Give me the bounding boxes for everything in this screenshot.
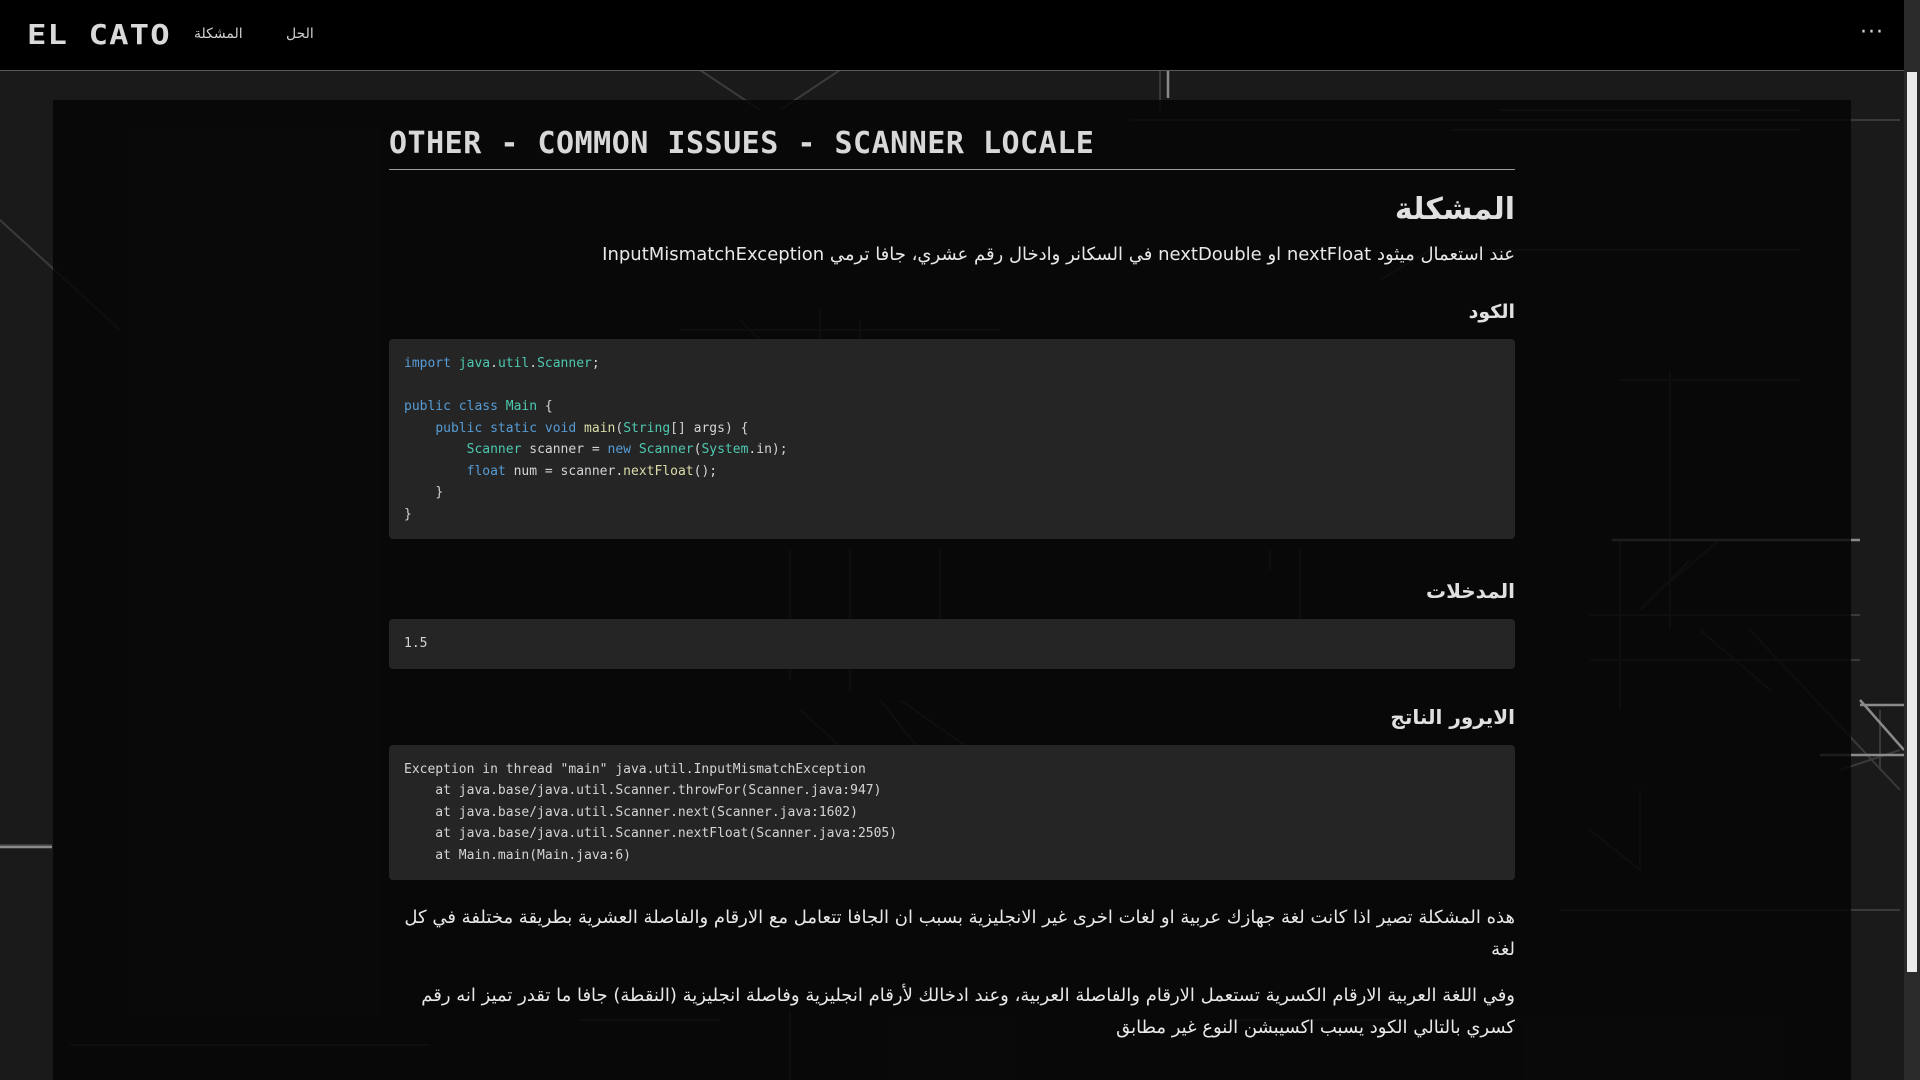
code-line-5: Scanner scanner = new Scanner(System.in)… xyxy=(467,442,788,457)
nav-link-problem[interactable]: المشكلة xyxy=(194,26,243,42)
code-token: main xyxy=(584,420,616,436)
code-line-6: float num = scanner.nextFloat(); xyxy=(467,464,717,479)
code-token: class xyxy=(458,399,498,414)
explanation-paragraph-1: هذه المشكلة تصير اذا كانت لغة جهازك عربي… xyxy=(404,907,1515,960)
code-line-4: public static void main(String[] args) { xyxy=(435,421,748,436)
code-token: Scanner xyxy=(466,442,522,457)
page-scrollbar[interactable] xyxy=(1904,0,1920,1080)
code-token: Scanner xyxy=(537,356,592,371)
problem-intro-text: عند استعمال ميثود nextFloat او nextDoubl… xyxy=(602,244,1515,265)
code-token: float xyxy=(466,463,506,479)
input-block[interactable]: 1.5 xyxy=(389,619,1515,669)
error-heading: الايرور الناتج xyxy=(1390,704,1515,729)
code-token: num = scanner. xyxy=(505,463,624,479)
code-token: void xyxy=(544,420,577,436)
error-line: at java.base/java.util.Scanner.nextFloat… xyxy=(404,826,898,841)
code-block[interactable]: import java.util.Scanner; public class M… xyxy=(389,339,1515,539)
code-token: ( xyxy=(615,420,624,436)
code-token: . xyxy=(490,356,498,371)
scrollbar-thumb[interactable] xyxy=(1907,72,1917,972)
error-line: at java.base/java.util.Scanner.throwFor(… xyxy=(404,783,882,798)
code-token: (); xyxy=(693,463,718,479)
code-token: java xyxy=(458,356,491,371)
explanation-paragraph-2: وفي اللغة العربية الارقام الكسرية تستعمل… xyxy=(421,985,1515,1038)
code-token: public xyxy=(404,399,451,414)
error-line: at Main.main(Main.java:6) xyxy=(404,847,631,863)
code-token: static xyxy=(490,420,538,436)
site-logo[interactable]: EL CATO xyxy=(27,18,171,51)
code-token: util xyxy=(497,356,530,371)
code-token: new xyxy=(607,442,631,457)
code-token: import xyxy=(404,356,451,371)
inputs-heading: المدخلات xyxy=(1425,579,1515,603)
error-line: at java.base/java.util.Scanner.next(Scan… xyxy=(404,804,858,820)
error-output-block[interactable]: Exception in thread "main" java.util.Inp… xyxy=(389,744,1515,880)
code-line-3: public class Main { xyxy=(404,399,553,414)
error-line: Exception in thread "main" java.util.Inp… xyxy=(404,761,866,777)
code-token: Main xyxy=(505,399,538,414)
code-line-1: import java.util.Scanner; xyxy=(404,356,600,371)
code-heading: الكود xyxy=(1468,301,1515,323)
code-token: public xyxy=(435,420,483,436)
code-token: System xyxy=(701,442,749,457)
input-value: 1.5 xyxy=(404,636,428,651)
article-content: Other - Common Issues - Scanner Locale ا… xyxy=(389,126,1515,1058)
code-token: { xyxy=(537,399,553,414)
code-token: nextFloat xyxy=(623,463,694,479)
code-token: . xyxy=(529,356,538,371)
code-token: ; xyxy=(591,356,600,371)
problem-heading: المشكلة xyxy=(1394,192,1515,227)
code-token: String xyxy=(623,420,671,436)
article-body: المشكلة عند استعمال ميثود nextFloat او n… xyxy=(389,192,1515,1044)
code-line-8: } xyxy=(404,506,412,522)
code-token: .in); xyxy=(748,442,788,457)
page-title: Other - Common Issues - Scanner Locale xyxy=(389,126,1515,170)
code-token: [] args) { xyxy=(670,420,749,436)
nav-link-solution[interactable]: الحل xyxy=(286,26,314,42)
code-token: scanner = xyxy=(521,442,608,457)
more-menu-icon[interactable]: ··· xyxy=(1860,20,1884,45)
code-token: Scanner xyxy=(638,442,694,457)
top-navigation-bar: EL CATO المشكلة الحل ··· xyxy=(0,0,1904,71)
code-line-7: } xyxy=(435,485,444,500)
